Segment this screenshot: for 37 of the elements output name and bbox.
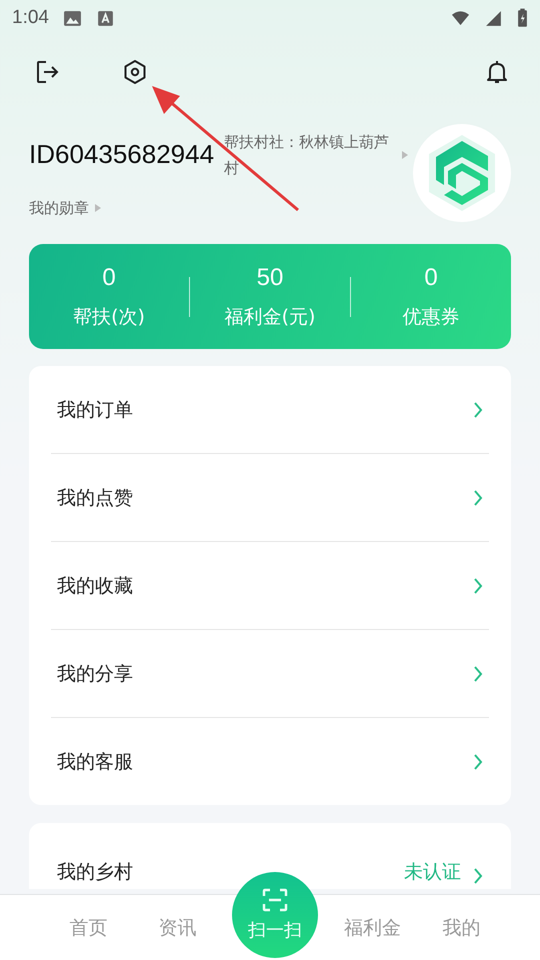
stat-label: 优惠券 <box>402 304 460 330</box>
signal-icon <box>484 8 503 28</box>
settings-icon <box>122 59 148 85</box>
user-id: ID60435682944 <box>29 139 214 170</box>
battery-icon <box>517 8 528 28</box>
nav-tab[interactable]: 福利金 <box>328 914 418 940</box>
logout-icon <box>34 59 60 85</box>
menu-item[interactable]: 我的点赞 <box>51 453 489 541</box>
chevron-icon <box>473 488 483 506</box>
scan-icon <box>262 888 288 912</box>
nav-tab[interactable]: 资讯 <box>132 914 222 940</box>
chevron-icon <box>473 400 483 418</box>
chevron-icon <box>473 752 483 770</box>
chevron-icon <box>473 867 483 885</box>
status-time: 1:04 <box>12 7 49 29</box>
chevron-icon <box>473 664 483 682</box>
menu-item[interactable]: 我的分享 <box>51 629 489 717</box>
caret-icon <box>95 204 101 212</box>
bell-icon <box>484 59 510 85</box>
verification-status: 未认证 <box>404 860 461 885</box>
image-icon <box>62 8 82 28</box>
text-icon <box>96 8 115 28</box>
menu-item[interactable]: 我的订单 <box>51 366 489 453</box>
stat-label: 帮扶(次) <box>73 304 145 330</box>
menu-item[interactable]: 我的客服 <box>51 717 489 805</box>
menu-item[interactable]: 我的收藏 <box>51 541 489 629</box>
medals-link[interactable]: 我的勋章 <box>29 198 89 218</box>
caret-icon <box>402 150 408 158</box>
stat-value: 0 <box>102 264 116 292</box>
wifi-icon <box>451 8 470 28</box>
stat-value: 50 <box>256 264 284 292</box>
stat-label: 福利金(元) <box>224 304 316 330</box>
stat-value: 0 <box>424 264 438 292</box>
village-link[interactable]: 帮扶村社：秋林镇上葫芦村 <box>224 128 392 180</box>
nav-tab[interactable]: 我的 <box>417 914 506 940</box>
nav-tab[interactable]: 首页 <box>44 914 133 940</box>
chevron-icon <box>473 576 483 594</box>
